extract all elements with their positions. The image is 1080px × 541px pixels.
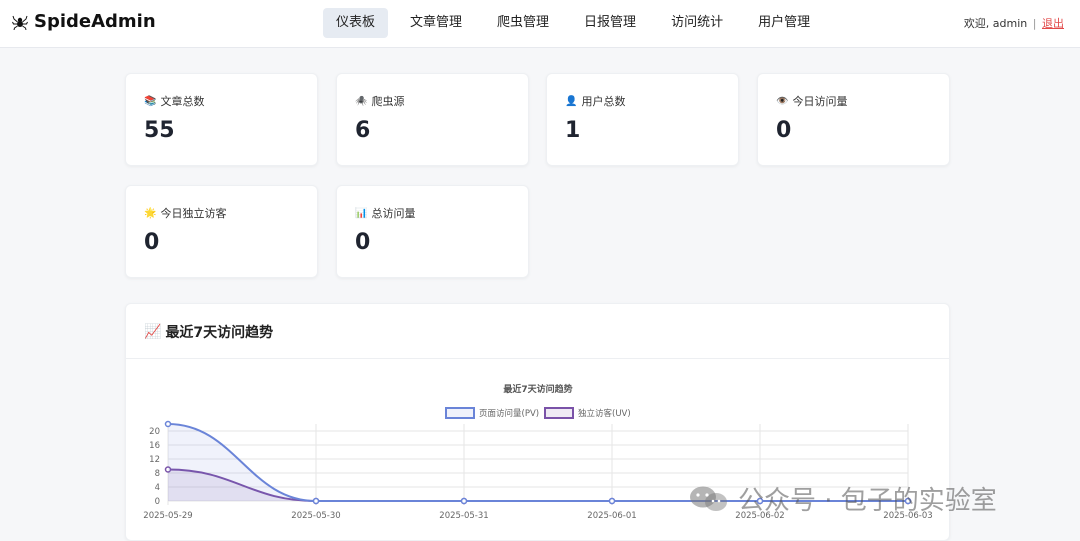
top-navbar: SpideAdmin 仪表板 文章管理 爬虫管理 日报管理 访问统计 用户管理 … (0, 0, 1080, 48)
stat-card-today-unique: 🌟 今日独立访客 0 (125, 185, 318, 278)
y-tick-label: 20 (149, 427, 160, 437)
data-point (312, 497, 320, 505)
y-tick-label: 16 (149, 441, 160, 451)
welcome-text: 欢迎, admin (963, 17, 1028, 30)
nav-dashboard[interactable]: 仪表板 (323, 8, 389, 38)
x-tick-label: 2025-05-30 (291, 511, 340, 521)
nav-articles[interactable]: 文章管理 (397, 8, 475, 38)
logout-link[interactable]: 退出 (1042, 17, 1064, 30)
stat-value: 6 (355, 118, 371, 143)
y-tick-label: 4 (155, 483, 160, 493)
data-point (164, 420, 172, 428)
watermark: 公众号 · 包子的实验室 (688, 480, 997, 517)
x-tick-label: 2025-05-31 (439, 511, 488, 521)
nav-visit-stats[interactable]: 访问统计 (658, 8, 736, 38)
data-point (460, 497, 468, 505)
x-tick-label: 2025-06-01 (587, 511, 636, 521)
user-icon: 👤 (565, 95, 578, 107)
legend-swatch (445, 407, 475, 419)
main-nav: 仪表板 文章管理 爬虫管理 日报管理 访问统计 用户管理 (323, 8, 830, 38)
wechat-icon (690, 486, 727, 511)
eye-icon: 👁️ (776, 95, 789, 107)
brand-name: SpideAdmin (34, 11, 156, 32)
stat-value: 0 (355, 230, 371, 255)
stat-label: 今日独立访客 (160, 207, 227, 220)
stat-value: 0 (776, 118, 792, 143)
stat-label: 文章总数 (160, 95, 205, 108)
brand[interactable]: SpideAdmin (12, 11, 156, 32)
stat-value: 55 (144, 118, 175, 143)
watermark-text: 公众号 · 包子的实验室 (738, 486, 997, 516)
spider-icon (12, 15, 28, 30)
nav-daily-reports[interactable]: 日报管理 (571, 8, 649, 38)
legend-label: 页面访问量(PV) (479, 408, 539, 419)
stat-value: 0 (144, 230, 160, 255)
nav-user-management[interactable]: 用户管理 (745, 8, 823, 38)
star-icon: 🌟 (144, 207, 157, 219)
y-tick-label: 12 (149, 455, 160, 465)
stat-card-articles: 📚 文章总数 55 (125, 73, 318, 166)
stat-card-crawlers: 🕷️ 爬虫源 6 (336, 73, 529, 166)
legend-swatch (544, 407, 574, 419)
stat-value: 1 (565, 118, 581, 143)
spider-icon: 🕷️ (355, 95, 368, 107)
user-area: 欢迎, admin | 退出 (964, 15, 1064, 31)
bar-chart-icon: 📊 (355, 207, 368, 219)
stat-label: 今日访问量 (792, 95, 848, 108)
stat-label: 总访问量 (371, 207, 416, 220)
chart-title: 最近7天访问趋势 (503, 383, 572, 395)
stat-card-today-visits: 👁️ 今日访问量 0 (757, 73, 950, 166)
stat-card-total-visits: 📊 总访问量 0 (336, 185, 529, 278)
x-tick-label: 2025-05-29 (143, 511, 192, 521)
data-point (608, 497, 616, 505)
legend-label: 独立访客(UV) (578, 408, 631, 419)
y-tick-label: 8 (155, 469, 160, 479)
y-tick-label: 0 (155, 497, 160, 507)
stat-label: 用户总数 (581, 95, 626, 108)
stat-card-users: 👤 用户总数 1 (546, 73, 739, 166)
books-icon: 📚 (144, 95, 157, 107)
user-separator: | (1032, 17, 1037, 30)
nav-crawlers[interactable]: 爬虫管理 (484, 8, 562, 38)
stat-label: 爬虫源 (371, 95, 405, 108)
